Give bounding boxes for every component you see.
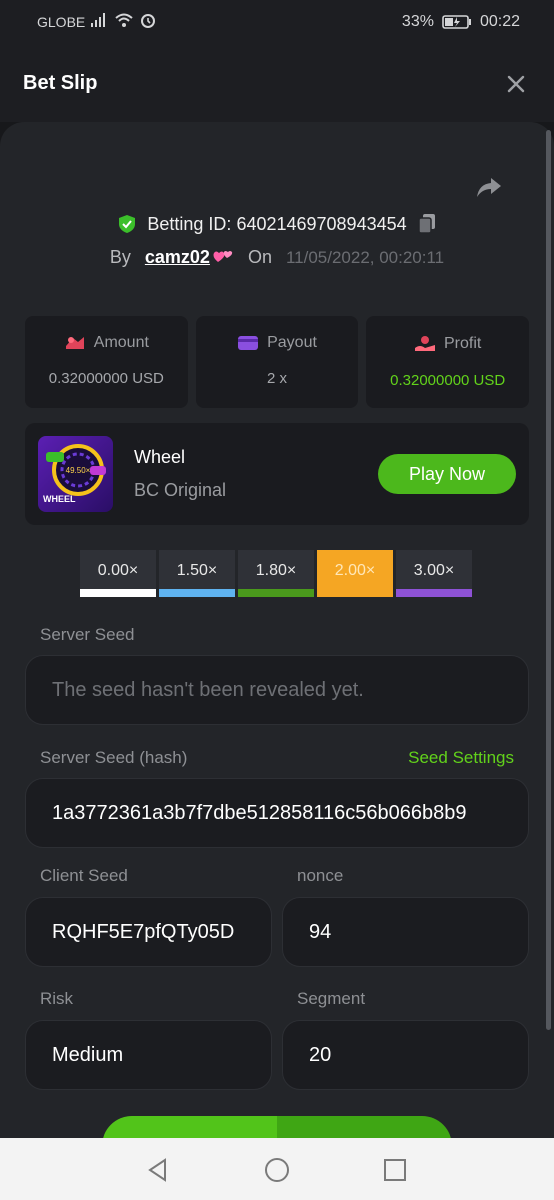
stat-profit-label: Profit — [444, 335, 482, 352]
multiplier-list: 0.00× 1.50× 1.80× 2.00× 3.00× — [80, 550, 472, 597]
status-right: 33% 00:22 — [402, 13, 520, 31]
page-title: Bet Slip — [23, 72, 98, 94]
username-link[interactable]: camz02 — [145, 247, 210, 268]
multiplier-color-bar — [159, 589, 235, 597]
multiplier-label: 0.00× — [97, 562, 139, 579]
multiplier-color-bar — [396, 589, 472, 597]
multiplier-4[interactable]: 3.00× — [396, 550, 472, 597]
close-icon[interactable] — [504, 72, 528, 96]
shield-check-icon — [119, 215, 136, 233]
stat-profit: Profit 0.32000000 USD — [366, 316, 530, 408]
signal-icon — [91, 13, 105, 27]
stat-payout-label: Payout — [267, 334, 317, 351]
clock: 00:22 — [479, 13, 520, 30]
server-seed-hash-field[interactable]: 1a3772361a3b7f7dbe512858116c56b066b8b9 — [25, 778, 529, 848]
wifi-icon — [115, 13, 133, 27]
profit-icon — [415, 336, 435, 351]
seed-settings-link[interactable]: Seed Settings — [408, 748, 514, 768]
bet-byline: By camz02 On 11/05/2022, 00:20:11 — [0, 247, 554, 268]
stat-payout-value: 2 x — [267, 370, 288, 387]
multiplier-label: 1.50× — [176, 562, 218, 579]
system-nav-bar — [0, 1138, 554, 1200]
status-bar: GLOBE 33% 00:22 — [0, 0, 554, 46]
betting-id-value: 64021469708943454 — [236, 213, 407, 234]
carrier-label: GLOBE — [37, 14, 86, 30]
game-name: Wheel — [134, 447, 186, 467]
copy-icon[interactable] — [417, 213, 437, 235]
multiplier-color-bar — [317, 589, 393, 597]
multiplier-label: 3.00× — [413, 562, 455, 579]
home-icon[interactable] — [264, 1157, 290, 1183]
stat-amount-value: 0.32000000 USD — [48, 370, 164, 387]
server-seed-label: Server Seed — [40, 625, 135, 644]
multiplier-0[interactable]: 0.00× — [80, 550, 156, 597]
header: Bet Slip — [0, 46, 554, 122]
thumb-title-text: WHEEL — [43, 494, 76, 504]
client-seed-label: Client Seed — [40, 866, 128, 885]
server-seed-field[interactable]: The seed hasn't been revealed yet. — [25, 655, 529, 725]
client-seed-field[interactable]: RQHF5E7pfQTy05D — [25, 897, 272, 967]
game-card: 49.50× WHEEL Wheel BC Original Play Now — [25, 423, 529, 525]
bet-date: 11/05/2022, 00:20:11 — [285, 247, 445, 267]
multiplier-label: 2.00× — [334, 562, 376, 579]
nonce-label: nonce — [297, 866, 344, 885]
thumb-center-text: 49.50× — [66, 466, 91, 475]
multiplier-label: 1.80× — [255, 562, 297, 579]
on-label: On — [247, 247, 272, 267]
segment-field[interactable]: 20 — [282, 1020, 529, 1090]
battery-icon — [442, 15, 471, 29]
game-thumbnail[interactable]: 49.50× WHEEL — [38, 436, 113, 512]
betting-id-label: Betting ID: — [147, 213, 232, 234]
multiplier-3[interactable]: 2.00× — [317, 550, 393, 597]
hearts-icon — [213, 250, 233, 262]
amount-icon — [65, 337, 84, 349]
server-seed-hash-label: Server Seed (hash) — [40, 748, 188, 767]
bet-stats: Amount 0.32000000 USD Payout 2 x Profit … — [25, 316, 530, 408]
alarm-icon — [141, 14, 155, 28]
multiplier-2[interactable]: 1.80× — [238, 550, 314, 597]
stat-amount: Amount 0.32000000 USD — [25, 316, 188, 408]
stat-profit-value: 0.32000000 USD — [390, 372, 506, 389]
by-label: By — [109, 247, 131, 267]
share-icon[interactable] — [474, 172, 504, 202]
stat-payout: Payout 2 x — [195, 316, 359, 408]
multiplier-color-bar — [238, 589, 314, 597]
risk-field[interactable]: Medium — [25, 1020, 272, 1090]
payout-icon — [238, 336, 259, 350]
status-icons — [90, 12, 156, 28]
risk-label: Risk — [40, 989, 74, 1008]
game-provider: BC Original — [134, 480, 227, 500]
multiplier-1[interactable]: 1.50× — [159, 550, 235, 597]
segment-label: Segment — [297, 989, 366, 1008]
nonce-field[interactable]: 94 — [282, 897, 529, 967]
recents-icon[interactable] — [382, 1157, 408, 1183]
betting-id-row: Betting ID: 64021469708943454 — [0, 213, 554, 235]
stat-amount-label: Amount — [93, 334, 149, 351]
play-now-button[interactable]: Play Now — [378, 454, 516, 494]
back-icon[interactable] — [145, 1157, 171, 1183]
multiplier-color-bar — [80, 589, 156, 597]
battery-percent: 33% — [401, 13, 434, 30]
